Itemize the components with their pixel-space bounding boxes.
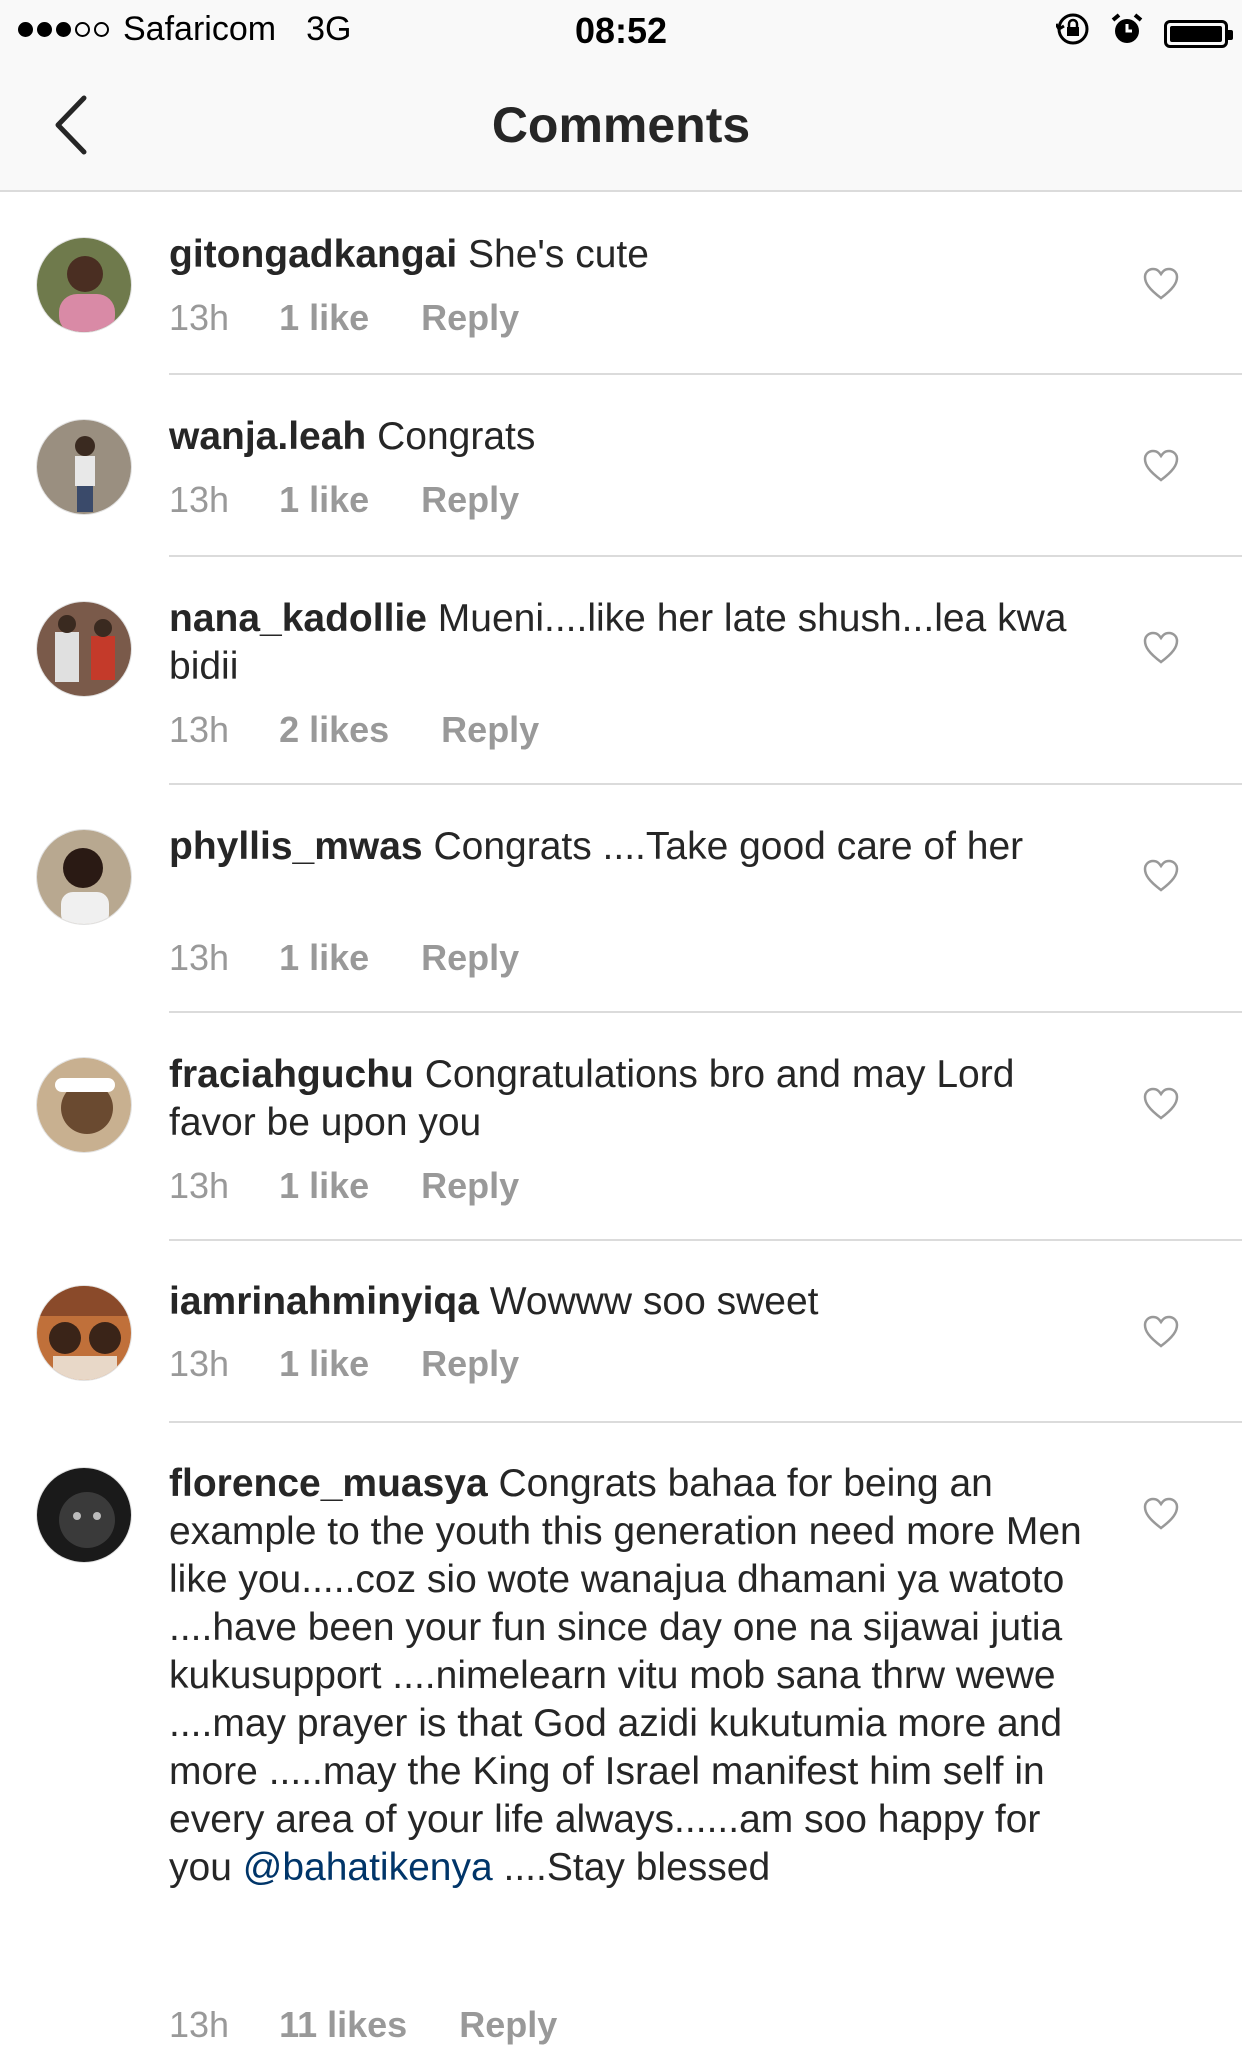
comment-item: nana_kadollie Mueni....like her late shu… [0,556,1242,785]
avatar[interactable] [36,1057,132,1153]
heart-icon[interactable] [1143,631,1179,665]
mention-link[interactable]: @bahatikenya [243,1846,493,1889]
comment-text: fraciahguchu Congratulations bro and may… [169,1051,1089,1147]
reply-button[interactable]: Reply [421,1343,519,1385]
comment-text: phyllis_mwas Congrats ....Take good care… [169,823,1089,871]
heart-icon[interactable] [1143,449,1179,483]
avatar[interactable] [36,419,132,515]
comment-item: gitongadkangai She's cute 13h 1 like Rep… [0,192,1242,375]
reply-button[interactable]: Reply [421,297,519,339]
comment-time: 13h [169,2004,230,2045]
comment-text: nana_kadollie Mueni....like her late shu… [169,595,1089,691]
comment-body: She's cute [468,233,649,276]
comment-item: fraciahguchu Congratulations bro and may… [0,1012,1242,1241]
avatar[interactable] [36,601,132,697]
reply-button[interactable]: Reply [421,937,519,979]
comment-meta: 13h 11 likes Reply [169,2004,557,2046]
heart-icon[interactable] [1143,1087,1179,1121]
comment-meta: 13h 1 like Reply [169,479,519,521]
comment-time: 13h [169,1165,230,1206]
comment-time: 13h [169,297,230,338]
comment-list: gitongadkangai She's cute 13h 1 like Rep… [0,192,1242,2062]
status-right [1036,12,1233,55]
comment-likes[interactable]: 1 like [279,479,369,521]
comment-likes[interactable]: 1 like [279,1343,369,1385]
avatar[interactable] [36,237,132,333]
comment-text: gitongadkangai She's cute [169,231,1089,279]
alarm-icon [1110,12,1144,55]
comment-text: florence_muasya Congrats bahaa for being… [169,1460,1089,1892]
comment-likes[interactable]: 1 like [279,1165,369,1207]
comment-username[interactable]: florence_muasya [169,1462,488,1505]
comment-likes[interactable]: 11 likes [279,2004,407,2046]
comment-time: 13h [169,937,230,978]
comment-body: Congrats bahaa for being an example to t… [169,1462,1082,1889]
comment-time: 13h [169,479,230,520]
avatar[interactable] [36,1285,132,1381]
comment-username[interactable]: fraciahguchu [169,1053,414,1096]
comment-text: iamrinahminyiqa Wowww soo sweet [169,1278,1089,1326]
comment-meta: 13h 1 like Reply [169,1165,519,1207]
battery-icon [1164,19,1233,48]
comment-time: 13h [169,1343,230,1384]
comment-meta: 13h 1 like Reply [169,1343,519,1385]
reply-button[interactable]: Reply [459,2004,557,2046]
comment-item: wanja.leah Congrats 13h 1 like Reply [0,374,1242,557]
avatar[interactable] [36,1467,132,1563]
heart-icon[interactable] [1143,859,1179,893]
comment-item: florence_muasya Congrats bahaa for being… [0,1422,1242,2062]
page-title: Comments [491,97,751,153]
rotation-lock-icon [1054,12,1090,55]
comment-likes[interactable]: 1 like [279,297,369,339]
comment-username[interactable]: wanja.leah [169,415,366,458]
heart-icon[interactable] [1143,1497,1179,1531]
reply-button[interactable]: Reply [421,479,519,521]
comment-username[interactable]: gitongadkangai [169,233,457,276]
comment-meta: 13h 2 likes Reply [169,709,539,751]
comment-likes[interactable]: 1 like [279,937,369,979]
comment-likes[interactable]: 2 likes [279,709,389,751]
heart-icon[interactable] [1143,267,1179,301]
comment-time: 13h [169,709,230,750]
nav-bar: Comments [0,62,1242,192]
comment-text: wanja.leah Congrats [169,413,1089,461]
comment-body-end: ....Stay blessed [503,1846,771,1889]
comment-meta: 13h 1 like Reply [169,937,519,979]
comment-body: Congrats ....Take good care of her [433,825,1024,868]
comment-username[interactable]: nana_kadollie [169,597,427,640]
comment-item: iamrinahminyiqa Wowww soo sweet 13h 1 li… [0,1240,1242,1423]
reply-button[interactable]: Reply [421,1165,519,1207]
comment-username[interactable]: phyllis_mwas [169,825,423,868]
comment-meta: 13h 1 like Reply [169,297,519,339]
status-bar: Safaricom 3G 08:52 [0,0,1242,62]
comment-body: Congrats [377,415,536,458]
comment-body: Wowww soo sweet [489,1280,819,1323]
heart-icon[interactable] [1143,1315,1179,1349]
comment-username[interactable]: iamrinahminyiqa [169,1280,479,1323]
comment-item: phyllis_mwas Congrats ....Take good care… [0,784,1242,1013]
reply-button[interactable]: Reply [441,709,539,751]
avatar[interactable] [36,829,132,925]
